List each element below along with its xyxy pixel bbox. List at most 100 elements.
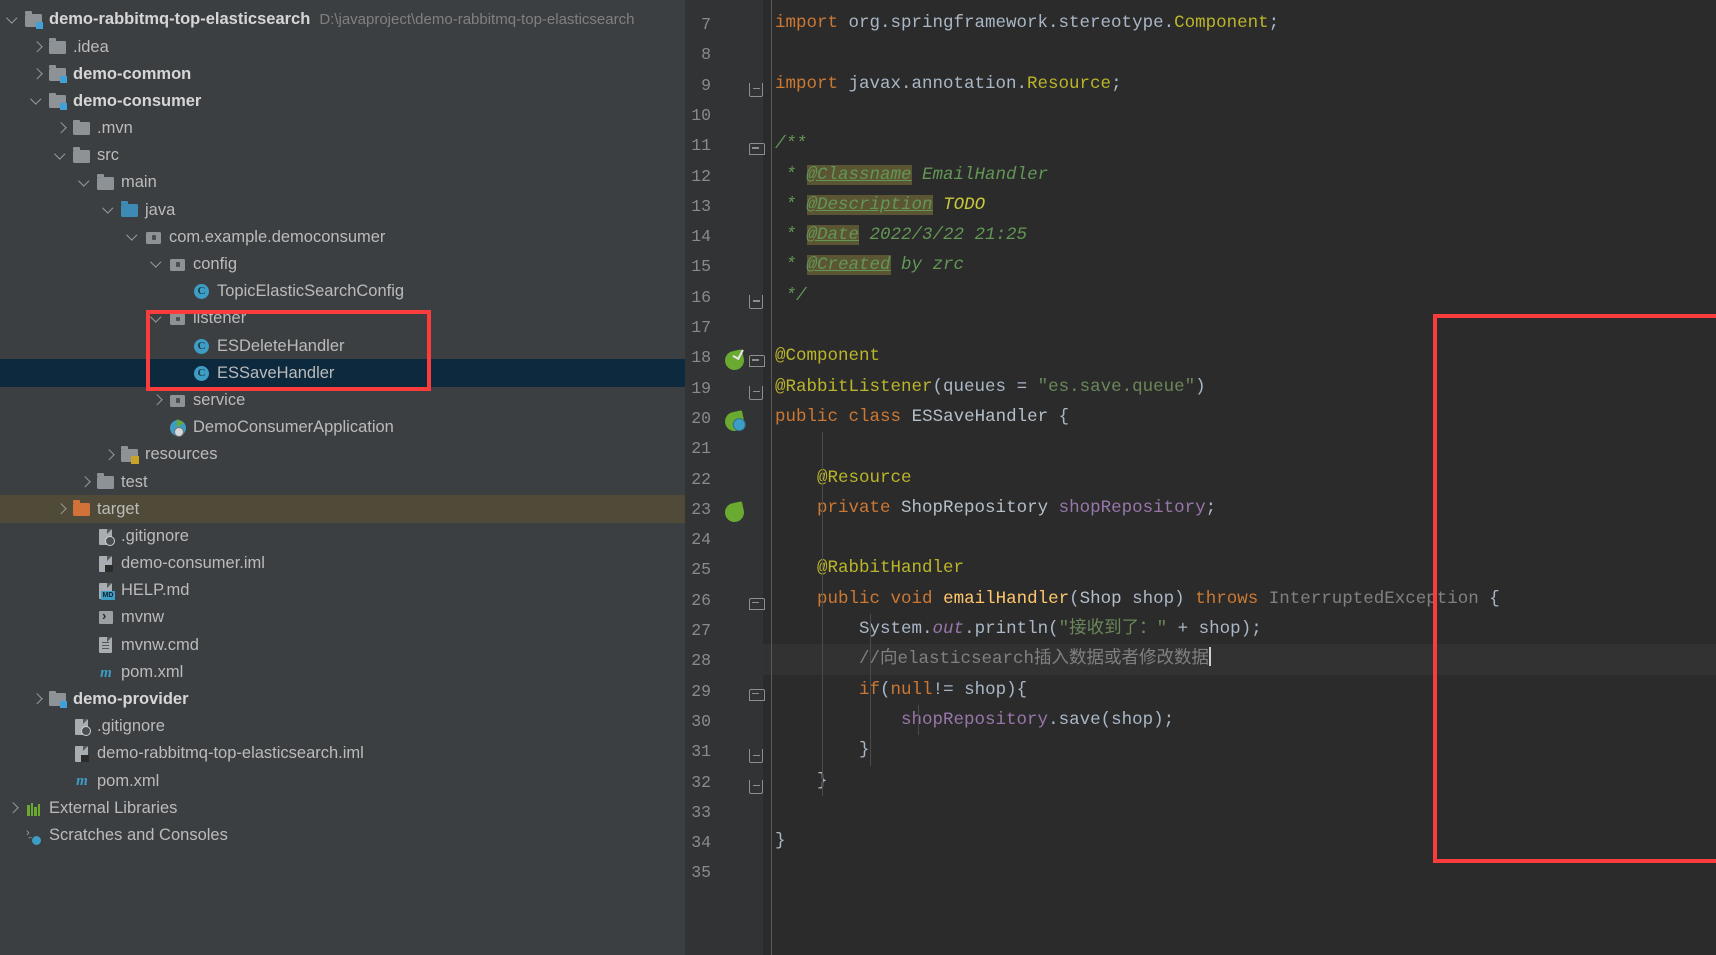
code-editor[interactable]: 7 8 9 10 11 12 13 14 15 16 17 18 19 20 21 22 23 24 25 26 27 2… xyxy=(685,0,1716,955)
code-fold-marker[interactable] xyxy=(749,688,765,703)
tree-row-demo-provider[interactable]: demo-provider xyxy=(0,686,685,713)
code-line-21[interactable] xyxy=(763,432,1716,462)
tree-row-scratches-and-consoles[interactable]: Scratches and Consoles xyxy=(0,822,685,849)
chevron-down-icon[interactable] xyxy=(150,311,165,326)
tree-item-list[interactable]: .idea demo-common demo-consumer .mvn src main… xyxy=(0,33,685,849)
code-line-32[interactable]: } xyxy=(763,766,1716,796)
spring-autowired-arrow-icon[interactable] xyxy=(723,501,746,524)
tree-row-pom-xml[interactable]: m pom.xml xyxy=(0,659,685,686)
code-line-12[interactable]: * @Classname EmailHandler xyxy=(763,160,1716,190)
tree-row-mvnw-cmd[interactable]: mvnw.cmd xyxy=(0,631,685,658)
code-fold-marker[interactable] xyxy=(749,779,763,794)
code-line-25[interactable]: @RabbitHandler xyxy=(763,553,1716,583)
spring-bean-check-icon[interactable] xyxy=(723,349,746,373)
spring-bean-icon[interactable] xyxy=(723,410,746,433)
tree-item-label: HELP.md xyxy=(121,581,190,600)
chevron-right-icon[interactable] xyxy=(54,501,69,516)
tree-row-idea[interactable]: .idea xyxy=(0,33,685,60)
tree-row-gitignore[interactable]: .gitignore xyxy=(0,523,685,550)
code-line-35[interactable] xyxy=(763,856,1716,886)
code-fold-marker[interactable] xyxy=(749,294,763,309)
tree-row-root[interactable]: demo-rabbitmq-top-elasticsearch D:\javap… xyxy=(0,6,685,33)
code-line-23[interactable]: private ShopRepository shopRepository; xyxy=(763,493,1716,523)
tree-row-demo-consumer-iml[interactable]: demo-consumer.iml xyxy=(0,550,685,577)
chevron-right-icon[interactable] xyxy=(78,474,93,489)
code-line-15[interactable]: * @Created by zrc xyxy=(763,250,1716,280)
tree-row-mvnw[interactable]: mvnw xyxy=(0,604,685,631)
tree-row-gitignore[interactable]: .gitignore xyxy=(0,713,685,740)
chevron-right-icon[interactable] xyxy=(30,692,45,707)
code-fold-marker[interactable] xyxy=(749,385,763,400)
tree-row-esdeletehandler[interactable]: ESDeleteHandler xyxy=(0,332,685,359)
code-line-13[interactable]: * @Description TODO xyxy=(763,190,1716,220)
code-line-24[interactable] xyxy=(763,523,1716,553)
tree-row-mvn[interactable]: .mvn xyxy=(0,115,685,142)
code-line-33[interactable] xyxy=(763,796,1716,826)
code-fold-marker[interactable] xyxy=(749,355,765,369)
tree-row-topicelasticsearchconfig[interactable]: TopicElasticSearchConfig xyxy=(0,278,685,305)
code-line-20[interactable]: public class ESSaveHandler { xyxy=(763,402,1716,432)
chevron-down-icon[interactable] xyxy=(102,202,117,217)
code-line-29[interactable]: if(null!= shop){ xyxy=(763,675,1716,705)
tree-row-listener[interactable]: listener xyxy=(0,305,685,332)
tree-row-resources[interactable]: resources xyxy=(0,441,685,468)
code-line-28[interactable]: //向elasticsearch插入数据或者修改数据 xyxy=(763,644,1716,675)
code-line-18[interactable]: @Component xyxy=(763,341,1716,371)
tree-row-demo-common[interactable]: demo-common xyxy=(0,60,685,87)
code-fold-marker[interactable] xyxy=(749,82,763,97)
tree-row-config[interactable]: config xyxy=(0,251,685,278)
code-line-30[interactable]: shopRepository.save(shop); xyxy=(763,705,1716,735)
code-line-17[interactable] xyxy=(763,311,1716,341)
chevron-down-icon[interactable] xyxy=(126,230,141,245)
code-line-14[interactable]: * @Date 2022/3/22 21:25 xyxy=(763,220,1716,250)
tree-row-external-libraries[interactable]: External Libraries xyxy=(0,794,685,821)
chevron-down-icon[interactable] xyxy=(6,12,21,27)
tree-row-essavehandler[interactable]: ESSaveHandler xyxy=(0,359,685,387)
code-line-8[interactable] xyxy=(763,38,1716,68)
chevron-right-icon[interactable] xyxy=(102,447,117,462)
text-file-icon xyxy=(96,635,115,654)
code-line-31[interactable]: } xyxy=(763,735,1716,765)
tree-row-democonsumerapplication[interactable]: DemoConsumerApplication xyxy=(0,414,685,441)
project-tool-window[interactable]: demo-rabbitmq-top-elasticsearch D:\javap… xyxy=(0,0,685,955)
code-line-7[interactable]: import org.springframework.stereotype.Co… xyxy=(763,8,1716,38)
code-line-19[interactable]: @RabbitListener(queues = "es.save.queue"… xyxy=(763,372,1716,402)
tree-row-pom-xml[interactable]: m pom.xml xyxy=(0,767,685,794)
line-number: 30 xyxy=(691,711,711,731)
chevron-right-icon[interactable] xyxy=(54,121,69,136)
editor-code-area[interactable]: import org.springframework.stereotype.Co… xyxy=(763,0,1716,955)
code-fold-marker[interactable] xyxy=(749,143,765,157)
editor-gutter[interactable]: 7 8 9 10 11 12 13 14 15 16 17 18 19 20 21 22 23 24 25 26 27 2… xyxy=(685,0,765,955)
code-line-16[interactable]: */ xyxy=(763,281,1716,311)
code-line-34[interactable]: } xyxy=(763,826,1716,856)
tree-row-com-example-democonsumer[interactable]: com.example.democonsumer xyxy=(0,224,685,251)
chevron-right-icon[interactable] xyxy=(150,393,165,408)
code-line-11[interactable]: /** xyxy=(763,129,1716,159)
tree-row-demo-consumer[interactable]: demo-consumer xyxy=(0,88,685,115)
chevron-right-icon[interactable] xyxy=(30,39,45,54)
chevron-down-icon[interactable] xyxy=(30,94,45,109)
chevron-right-icon[interactable] xyxy=(30,66,45,81)
tree-row-demo-rabbitmq-top-elasticsearch-iml[interactable]: demo-rabbitmq-top-elasticsearch.iml xyxy=(0,740,685,767)
code-line-22[interactable]: @Resource xyxy=(763,463,1716,493)
code-line-10[interactable] xyxy=(763,99,1716,129)
chevron-down-icon[interactable] xyxy=(54,148,69,163)
tree-row-help-md[interactable]: HELP.md xyxy=(0,577,685,604)
tree-row-main[interactable]: main xyxy=(0,169,685,196)
code-line-26[interactable]: public void emailHandler(Shop shop) thro… xyxy=(763,584,1716,614)
chevron-down-icon[interactable] xyxy=(150,257,165,272)
tree-row-target[interactable]: target xyxy=(0,495,685,523)
chevron-right-icon[interactable] xyxy=(6,801,21,816)
tree-row-java[interactable]: java xyxy=(0,196,685,223)
tree-row-test[interactable]: test xyxy=(0,468,685,495)
tree-row-src[interactable]: src xyxy=(0,142,685,169)
chevron-down-icon[interactable] xyxy=(78,175,93,190)
line-number: 24 xyxy=(691,530,711,550)
code-fold-marker[interactable] xyxy=(749,597,765,612)
code-line-27[interactable]: System.out.println("接收到了：" + shop); xyxy=(763,614,1716,644)
code-fold-marker[interactable] xyxy=(749,749,763,764)
code-line-9[interactable]: import javax.annotation.Resource; xyxy=(763,69,1716,99)
tree-row-service[interactable]: service xyxy=(0,387,685,414)
